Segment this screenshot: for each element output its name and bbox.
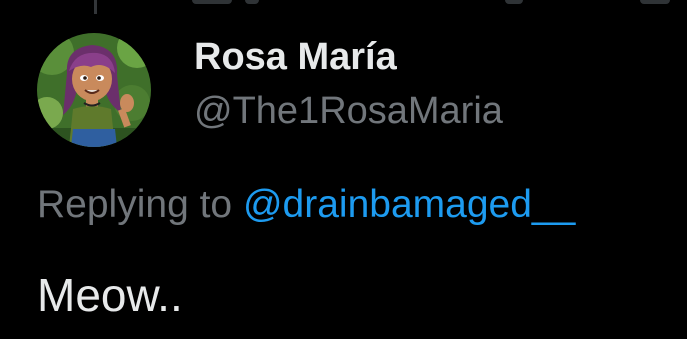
author-handle[interactable]: @The1RosaMaria [194,90,503,133]
author-display-name[interactable]: Rosa María [194,36,397,79]
replying-to-line: Replying to @drainbamaged__ [37,183,575,227]
tweet-text: Meow.. [37,269,183,321]
avatar[interactable] [37,33,151,147]
reply-mention-link[interactable]: @drainbamaged__ [243,183,575,226]
replying-to-label: Replying to [37,183,233,226]
previous-tweet-fragment [0,0,687,8]
cartoon-avatar-icon [37,33,151,147]
